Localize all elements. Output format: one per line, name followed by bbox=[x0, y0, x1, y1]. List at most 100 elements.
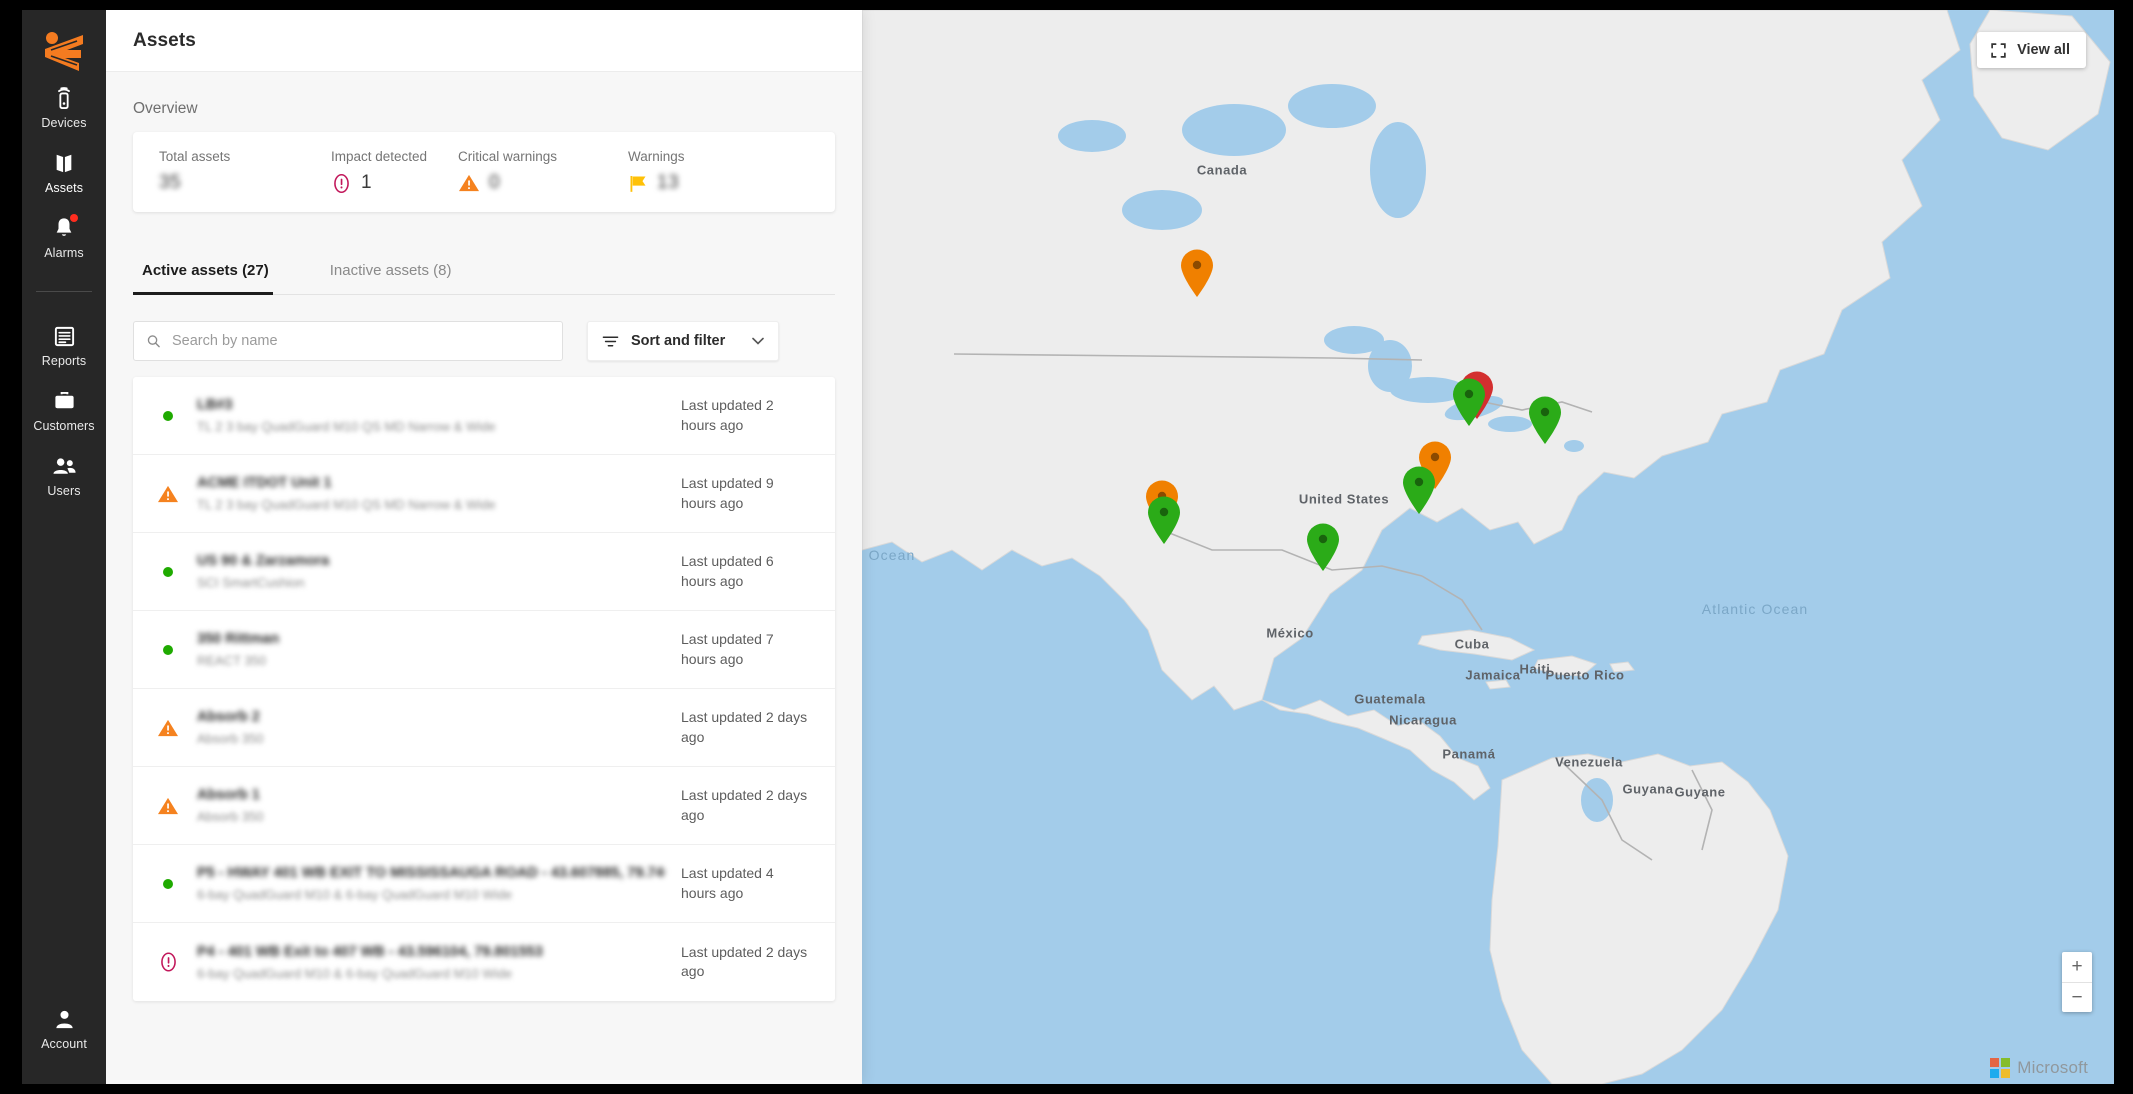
asset-pin-green-texas[interactable] bbox=[1304, 522, 1342, 572]
sidebar-item-users[interactable]: Users bbox=[22, 442, 106, 507]
asset-name: P4 - 401 WB Exit to 407 WB - 43.596104, … bbox=[197, 943, 543, 960]
asset-pin-green-midwest[interactable] bbox=[1400, 465, 1438, 515]
sidebar-item-label: Devices bbox=[41, 116, 87, 130]
asset-last-updated: Last updated 2 days ago bbox=[681, 943, 808, 979]
status-ok-icon bbox=[163, 644, 173, 655]
asset-last-updated: Last updated 9 hours ago bbox=[681, 475, 774, 511]
stat-value: 13 bbox=[657, 172, 679, 193]
asset-model: Absorb 350 bbox=[197, 731, 264, 746]
main-sidebar: Devices Assets Alarms Reports Customers … bbox=[22, 10, 106, 1084]
sidebar-item-customers[interactable]: Customers bbox=[22, 377, 106, 442]
asset-pin-green-california[interactable] bbox=[1145, 495, 1183, 545]
search-input[interactable] bbox=[171, 333, 550, 349]
map-book-icon bbox=[51, 150, 77, 176]
asset-model: TL 2 3 bay QuadGuard M10 QS MD Narrow & … bbox=[197, 497, 496, 512]
search-icon bbox=[147, 335, 160, 348]
sidebar-item-reports[interactable]: Reports bbox=[22, 312, 106, 377]
microsoft-label: Microsoft bbox=[2017, 1058, 2088, 1077]
view-all-button[interactable]: View all bbox=[1977, 32, 2086, 68]
tab-inactive-assets[interactable]: Inactive assets (8) bbox=[321, 248, 470, 294]
stat-total-assets: Total assets 35 bbox=[159, 149, 331, 195]
map-pin-icon bbox=[1453, 378, 1485, 426]
asset-list-item[interactable]: P4 - 401 WB Exit to 407 WB - 43.596104, … bbox=[133, 923, 835, 1001]
status-ok-icon bbox=[163, 566, 173, 577]
stat-value: 35 bbox=[159, 172, 181, 193]
tab-active-assets[interactable]: Active assets (27) bbox=[133, 248, 287, 295]
asset-list-item[interactable]: P5 - HWAY 401 WB EXIT TO MISSISSAUGA ROA… bbox=[133, 845, 835, 923]
asset-name: ACME ITDOT Unit 1 bbox=[197, 475, 332, 491]
asset-name: Absorb 2 bbox=[197, 709, 260, 725]
app-root: Canada United States México Cuba Jamaica Hait… bbox=[0, 0, 2133, 1094]
asset-pin-green-toronto[interactable] bbox=[1450, 377, 1488, 427]
sidebar-item-label: Reports bbox=[41, 354, 87, 368]
asset-text: US 90 & Zarzamora SCI SmartCushion bbox=[197, 553, 665, 590]
asset-status-icon bbox=[155, 796, 181, 816]
list-toolbar: Sort and filter bbox=[133, 321, 835, 361]
asset-pin-orange-north[interactable] bbox=[1178, 248, 1216, 298]
asset-status-icon bbox=[155, 718, 181, 738]
asset-last-updated: Last updated 6 hours ago bbox=[681, 553, 774, 589]
asset-text: Absorb 1 Absorb 350 bbox=[197, 787, 665, 824]
nav-group-account: Account bbox=[22, 995, 106, 1060]
asset-tabs[interactable]: Active assets (27) Inactive assets (8) bbox=[133, 248, 835, 295]
device-bezel: Canada United States México Cuba Jamaica Hait… bbox=[0, 0, 2133, 1094]
asset-list-item[interactable]: Absorb 2 Absorb 350 Last updated 2 days ag… bbox=[133, 689, 835, 767]
sidebar-item-label: Assets bbox=[44, 181, 84, 195]
stat-caption: Impact detected bbox=[331, 149, 428, 164]
sidebar-item-account[interactable]: Account bbox=[22, 995, 106, 1060]
microsoft-logo-icon bbox=[1990, 1058, 2011, 1078]
filter-icon bbox=[602, 336, 619, 346]
asset-pin-green-newyork[interactable] bbox=[1526, 395, 1564, 445]
nav-group-primary: Devices Assets Alarms bbox=[22, 74, 106, 269]
brand-logo[interactable] bbox=[38, 28, 90, 74]
map-pin-icon bbox=[1307, 523, 1339, 571]
asset-map[interactable]: Canada United States México Cuba Jamaica Hait… bbox=[862, 10, 2114, 1084]
stat-value: 1 bbox=[361, 172, 372, 193]
zoom-out-button[interactable]: − bbox=[2062, 982, 2092, 1012]
asset-last-updated: Last updated 2 days ago bbox=[681, 709, 808, 745]
sidebar-item-label: Alarms bbox=[44, 246, 84, 260]
asset-status-icon bbox=[155, 644, 181, 655]
zoom-in-button[interactable]: + bbox=[2062, 952, 2092, 982]
asset-status-icon bbox=[155, 410, 181, 421]
panel-header: Assets bbox=[106, 10, 862, 72]
asset-name: Absorb 1 bbox=[197, 787, 260, 803]
asset-model: 6-bay QuadGuard M10 & 6-bay QuadGuard M1… bbox=[197, 887, 513, 902]
sort-and-filter-label: Sort and filter bbox=[631, 333, 726, 349]
asset-list-item[interactable]: Absorb 1 Absorb 350 Last updated 2 days ag… bbox=[133, 767, 835, 845]
view-all-label: View all bbox=[2017, 42, 2070, 58]
asset-text: P5 - HWAY 401 WB EXIT TO MISSISSAUGA ROA… bbox=[197, 865, 665, 902]
sidebar-item-alarms[interactable]: Alarms bbox=[22, 204, 106, 269]
microsoft-attribution: Microsoft bbox=[1990, 1058, 2088, 1078]
asset-list-item[interactable]: 350 Rittman REACT 350 Last updated 7 hours… bbox=[133, 611, 835, 689]
sort-and-filter-button[interactable]: Sort and filter bbox=[587, 321, 779, 361]
asset-list-item[interactable]: US 90 & Zarzamora SCI SmartCushion Last up… bbox=[133, 533, 835, 611]
asset-name: LB#3 bbox=[197, 397, 233, 413]
asset-name: P5 - HWAY 401 WB EXIT TO MISSISSAUGA ROA… bbox=[197, 865, 665, 881]
asset-status-icon bbox=[155, 484, 181, 504]
sidebar-divider bbox=[36, 291, 92, 292]
asset-status-icon bbox=[155, 566, 181, 577]
stat-warnings: Warnings 13 bbox=[628, 149, 748, 195]
sidebar-item-assets[interactable]: Assets bbox=[22, 139, 106, 204]
asset-status-icon bbox=[155, 878, 181, 889]
map-pin-icon bbox=[1148, 496, 1180, 544]
impact-icon bbox=[334, 173, 349, 193]
asset-list[interactable]: LB#3 TL 2 3 bay QuadGuard M10 QS MD Narro… bbox=[133, 377, 835, 1001]
asset-model: 6-bay QuadGuard M10 & 6-bay QuadGuard M1… bbox=[197, 965, 513, 981]
person-icon bbox=[51, 1006, 77, 1032]
stat-impact-detected: Impact detected 1 bbox=[331, 149, 458, 195]
search-box[interactable] bbox=[133, 321, 563, 361]
status-ok-icon bbox=[163, 410, 173, 421]
asset-last-updated: Last updated 2 days ago bbox=[681, 787, 808, 823]
asset-last-updated: Last updated 7 hours ago bbox=[681, 631, 774, 667]
sidebar-item-label: Customers bbox=[33, 419, 95, 433]
overview-card: Total assets 35 Impact detected 1 Critic… bbox=[133, 132, 835, 212]
expand-icon bbox=[1991, 42, 2006, 58]
sidebar-item-devices[interactable]: Devices bbox=[22, 74, 106, 139]
asset-model: REACT 350 bbox=[197, 653, 267, 668]
asset-list-item[interactable]: LB#3 TL 2 3 bay QuadGuard M10 QS MD Narro… bbox=[133, 377, 835, 455]
asset-list-item[interactable]: ACME ITDOT Unit 1 TL 2 3 bay QuadGuard M1… bbox=[133, 455, 835, 533]
map-zoom-controls[interactable]: + − bbox=[2062, 952, 2092, 1012]
stat-caption: Warnings bbox=[628, 149, 685, 164]
